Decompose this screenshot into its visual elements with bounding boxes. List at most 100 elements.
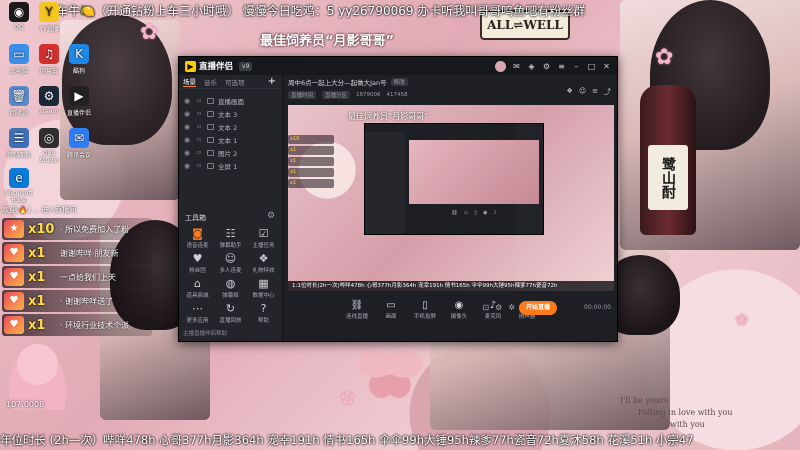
mic-call-icon: ◙ — [192, 227, 203, 240]
phone-cast-icon: ▯ — [474, 210, 478, 216]
record-icon[interactable]: ⊡ — [482, 303, 489, 312]
more-icon: ⋯ — [192, 302, 203, 315]
tool-multi-mic[interactable]: ☺ 多人连麦 — [214, 252, 247, 274]
room-title: 周中6点一起上大分—起做大Jan号 — [288, 79, 387, 87]
desktop-icon-steam[interactable]: ⚙ steam — [34, 86, 64, 115]
flower-sticker: ✿ — [655, 45, 674, 70]
lace-text-sticker: I'll be yours Falling in love with you w… — [620, 395, 790, 435]
tool-gift[interactable]: ❖ 礼物特效 — [247, 252, 280, 274]
desktop-icon-computer[interactable]: ▭ 此电脑 — [4, 44, 34, 75]
lock-icon[interactable]: ▫ — [195, 136, 203, 143]
list-item[interactable]: ◉ ▫ 直播画面 — [183, 95, 278, 106]
lock-icon[interactable]: ▫ — [195, 97, 203, 104]
desktop-icon-obs[interactable]: ◎ OBS Studio — [34, 128, 64, 164]
tool-bubble[interactable]: ◍ 弹幕姬 — [214, 277, 247, 299]
gift-icon: ❖ — [258, 252, 269, 265]
main-top-right-icons: ❖ ☺ ≡ ⤴ — [567, 87, 611, 97]
list-item[interactable]: ◉ ▫ 图片 2 — [183, 147, 278, 158]
live-time-readout: 00:00:00 — [584, 304, 611, 311]
bottom-toolbar: ⛓连线直播 ▭画面 ▯手机投屏 ◉摄像头 ♪麦克风 ◖扬声器 — [288, 297, 613, 323]
minimize-icon[interactable]: – — [572, 62, 581, 71]
desktop-icon-edge[interactable]: e Microsoft Edge — [4, 168, 34, 204]
eye-icon[interactable]: ◉ — [183, 149, 191, 157]
tool-help[interactable]: ? 帮助 — [247, 302, 280, 324]
room-meta-viewers: 417458 — [386, 91, 408, 98]
gift-icon[interactable]: ❖ — [567, 87, 573, 97]
room-meta-time[interactable]: 直播时间 — [288, 90, 317, 99]
desktop-icon-qq[interactable]: ◉ QQ — [4, 2, 34, 31]
start-live-button[interactable]: 开始直播 — [519, 301, 557, 315]
eye-icon[interactable]: ◉ — [183, 136, 191, 144]
lock-icon[interactable]: ▫ — [195, 149, 203, 156]
user-icon[interactable]: ☺ — [579, 87, 586, 97]
version-badge: v9 — [239, 61, 253, 71]
lock-icon[interactable]: ▫ — [195, 110, 203, 117]
share-icon[interactable]: ⤴ — [604, 87, 611, 97]
tab-music[interactable]: 音乐 — [204, 77, 217, 87]
toolbox-settings-icon[interactable]: ⚙ — [267, 211, 275, 221]
eye-icon[interactable]: ◉ — [183, 123, 191, 131]
screen-button[interactable]: ▭ 画面 — [378, 300, 404, 320]
eye-icon[interactable]: ◉ — [183, 110, 191, 118]
desktop-icon-meeting[interactable]: ✉ 腾讯会议 — [64, 128, 94, 159]
edit-title-button[interactable]: 修改 — [390, 78, 408, 86]
tab-options[interactable]: 可选项 — [225, 77, 245, 87]
list-item[interactable]: ◉ ▫ 文本 1 — [183, 134, 278, 145]
desktop-icon-netease[interactable]: ♫ 网易云 — [34, 44, 64, 75]
sidebar-footer-link[interactable]: 主播直播伴侣帮助 — [183, 329, 227, 337]
add-scene-icon[interactable]: + — [268, 76, 276, 87]
settings-icon[interactable]: ⚙ — [495, 303, 502, 312]
tool-label: 粉丝团 — [189, 268, 206, 274]
bottom-ticker: 年位时长 (2h—次）哔咩478h 心哥377h月影364h 宠幸191h 情书… — [0, 433, 694, 447]
toolbar-label: 麦克风 — [484, 314, 502, 320]
desktop-icon-recycle[interactable]: 🗑 回收站 — [4, 86, 34, 117]
lock-icon[interactable]: ▫ — [195, 123, 203, 130]
menu-icon[interactable]: ≡ — [557, 62, 566, 71]
computer-icon: ▭ — [9, 44, 29, 64]
desktop-icon-live-companion[interactable]: ▶ 直播伴侣 — [64, 86, 94, 117]
list-item[interactable]: ◉ ▫ 全屏 1 — [183, 160, 278, 171]
gear-icon[interactable]: ✲ — [508, 303, 515, 312]
tab-scenes[interactable]: 场景 — [183, 76, 196, 87]
tool-mic-call[interactable]: ◙ 语音连麦 — [181, 227, 214, 249]
desktop-icon-kugou[interactable]: K 酷狗 — [64, 44, 94, 75]
list-item[interactable]: ◉ ▫ 文本 3 — [183, 108, 278, 119]
tool-data[interactable]: ▦ 数据中心 — [247, 277, 280, 299]
desktop-icon-yy[interactable]: Y YY直播 — [34, 2, 64, 33]
gift-count: x1 — [28, 245, 46, 261]
gift-row: ♥ x1 · 谢谢哔咩送了 — [2, 290, 152, 312]
skin-icon[interactable]: ◈ — [527, 62, 536, 71]
camera-button[interactable]: ◉ 摄像头 — [446, 300, 472, 320]
tool-replay[interactable]: ↻ 直播回放 — [214, 302, 247, 324]
source-type-icon — [207, 136, 214, 143]
eye-icon[interactable]: ◉ — [183, 97, 191, 105]
list-icon[interactable]: ≡ — [592, 87, 598, 97]
desktop-icon-label: steam — [39, 108, 59, 115]
mail-icon[interactable]: ✉ — [512, 62, 521, 71]
scene-source-list: ◉ ▫ 直播画面 ◉ ▫ 文本 3 ◉ ▫ 文本 2 ◉ ▫ 文本 1 ◉ ▫ 图片 2 ◉ ▫ 全屏 … — [179, 89, 282, 179]
fans-icon: ♥ — [192, 252, 203, 265]
avatar-icon[interactable] — [495, 60, 506, 72]
tool-fans[interactable]: ♥ 粉丝团 — [181, 252, 214, 274]
tool-more[interactable]: ⋯ 更多应用 — [181, 302, 214, 324]
close-icon[interactable]: ✕ — [602, 62, 611, 71]
tool-shop[interactable]: ⌂ 道具商城 — [181, 277, 214, 299]
desktop-icon-control-panel[interactable]: ☰ 控制面板 — [4, 128, 34, 159]
window-titlebar[interactable]: ▶ 直播伴侣 v9 ✉ ◈ ⚙ ≡ – □ ✕ — [179, 57, 617, 75]
app-main-area: 周中6点一起上大分—起做大Jan号 修改 直播时间 直播分区 1879006 4… — [284, 75, 617, 341]
eye-icon[interactable]: ◉ — [183, 162, 191, 170]
lock-icon[interactable]: ▫ — [195, 162, 203, 169]
list-item[interactable]: ◉ ▫ 文本 2 — [183, 121, 278, 132]
bottle-label: 鹭山酎 — [648, 145, 688, 210]
tool-task[interactable]: ☑ 主播任务 — [247, 227, 280, 249]
settings-icon[interactable]: ⚙ — [542, 62, 551, 71]
control-panel-icon: ☰ — [9, 128, 29, 148]
room-meta-category[interactable]: 直播分区 — [322, 90, 351, 99]
top-marquee: 车牛🍋（开通钻粉上车三小时哦） 慢慢今日吃鸡：5 yy26790069 办卡听我… — [56, 4, 586, 18]
maximize-icon[interactable]: □ — [587, 62, 596, 71]
phone-cast-button[interactable]: ▯ 手机投屏 — [412, 300, 438, 320]
link-live-button[interactable]: ⛓ 连线直播 — [344, 300, 370, 320]
scene-item-label: 图片 2 — [218, 149, 238, 158]
replay-icon: ↻ — [225, 302, 236, 315]
tool-danmaku[interactable]: ☷ 弹幕助手 — [214, 227, 247, 249]
